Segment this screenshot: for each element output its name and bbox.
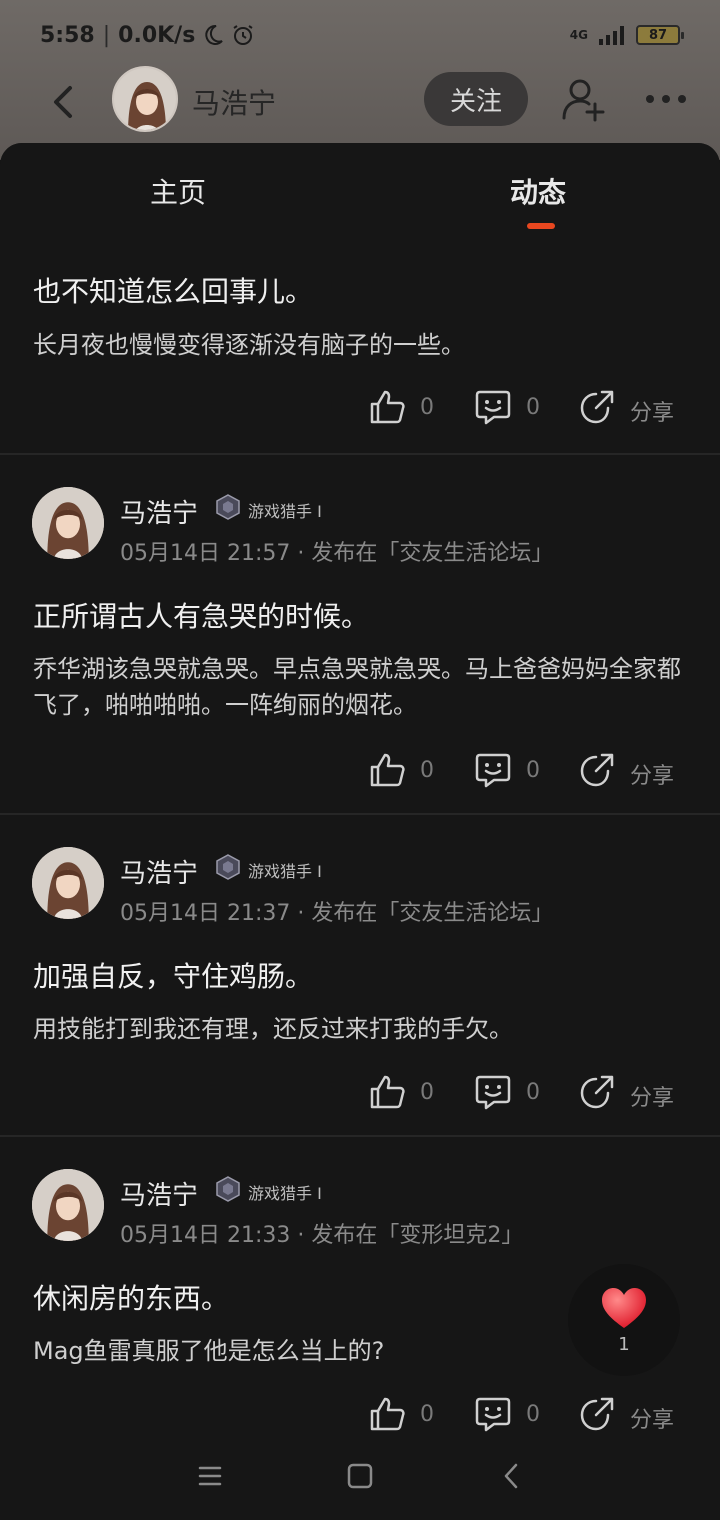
heart-icon	[602, 1287, 646, 1328]
status-bar: 5:58 | 0.0K/s 4G 87	[0, 0, 720, 70]
back-nav-icon[interactable]	[492, 1456, 532, 1496]
like-icon[interactable]	[368, 1073, 406, 1111]
post-body: 用技能打到我还有理，还反过来打我的手欠。	[33, 1015, 513, 1043]
tab-indicator	[527, 223, 555, 229]
like-icon[interactable]	[368, 388, 406, 426]
comment-icon[interactable]	[474, 1395, 512, 1433]
like-count: 0	[420, 395, 434, 420]
post-body: 乔华湖该急哭就急哭。早点急哭就急哭。马上爸爸妈妈全家都飞了，啪啪啪啪。一阵绚丽的…	[33, 655, 681, 719]
nav-bar: 马浩宁 关注	[0, 62, 720, 138]
post-title: 休闲房的东西。	[33, 1282, 230, 1315]
tab-bar: 主页 动态	[0, 143, 720, 235]
share-label[interactable]: 分享	[630, 395, 674, 427]
avatar-image	[32, 487, 104, 559]
post-title: 加强自反，守住鸡肠。	[33, 960, 314, 993]
share-label[interactable]: 分享	[630, 758, 674, 790]
header-area: 5:58 | 0.0K/s 4G 87 马浩宁 关注	[0, 0, 720, 160]
share-icon[interactable]	[578, 751, 616, 789]
avatar[interactable]	[112, 66, 178, 132]
like-count: 0	[420, 1080, 434, 1105]
badge-icon	[216, 1176, 240, 1202]
like-count: 0	[420, 1402, 434, 1427]
author-name[interactable]: 马浩宁	[120, 1175, 198, 1212]
divider	[0, 453, 720, 455]
post-body: 长月夜也慢慢变得逐渐没有脑子的一些。	[33, 331, 465, 359]
comment-count: 0	[526, 1080, 540, 1105]
profile-name: 马浩宁	[192, 87, 277, 120]
divider	[0, 813, 720, 815]
follow-button[interactable]: 关注	[424, 72, 528, 126]
floating-like-count: 1	[618, 1333, 630, 1355]
comment-icon[interactable]	[474, 388, 512, 426]
author-name[interactable]: 马浩宁	[120, 853, 198, 890]
floating-like-button[interactable]: 1	[568, 1264, 680, 1376]
author-name[interactable]: 马浩宁	[120, 493, 198, 530]
badge-text: 游戏猎手 I	[248, 502, 322, 521]
status-speed: 0.0K/s	[118, 22, 196, 48]
network-type: 4G	[569, 28, 588, 42]
avatar-image	[32, 1169, 104, 1241]
post-meta: 05月14日 21:57 · 发布在「交友生活论坛」	[120, 541, 554, 566]
tab-feed[interactable]: 动态	[510, 171, 566, 211]
tab-home[interactable]: 主页	[150, 171, 206, 211]
alarm-icon	[233, 25, 253, 45]
avatar[interactable]	[32, 1169, 104, 1241]
comment-count: 0	[526, 395, 540, 420]
moon-icon	[205, 24, 224, 45]
badge-text: 游戏猎手 I	[248, 862, 322, 881]
post-meta: 05月14日 21:33 · 发布在「变形坦克2」	[120, 1223, 524, 1248]
badge-icon	[216, 494, 240, 520]
back-icon[interactable]	[44, 82, 84, 122]
share-label[interactable]: 分享	[630, 1402, 674, 1434]
share-icon[interactable]	[578, 1395, 616, 1433]
comment-count: 0	[526, 758, 540, 783]
add-friend-icon[interactable]	[560, 76, 606, 122]
post-meta: 05月14日 21:37 · 发布在「交友生活论坛」	[120, 901, 554, 926]
like-icon[interactable]	[368, 1395, 406, 1433]
share-icon[interactable]	[578, 1073, 616, 1111]
more-icon[interactable]	[644, 84, 688, 114]
menu-icon[interactable]	[190, 1456, 230, 1496]
share-icon[interactable]	[578, 388, 616, 426]
battery-icon: 87	[636, 25, 684, 45]
avatar-image	[32, 847, 104, 919]
avatar-image	[114, 68, 176, 130]
comment-icon[interactable]	[474, 751, 512, 789]
system-nav-bar	[0, 1432, 720, 1520]
home-icon[interactable]	[340, 1456, 380, 1496]
share-label[interactable]: 分享	[630, 1080, 674, 1112]
post-title: 也不知道怎么回事儿。	[33, 275, 314, 308]
avatar[interactable]	[32, 487, 104, 559]
like-count: 0	[420, 758, 434, 783]
badge-icon	[216, 854, 240, 880]
status-time: 5:58	[40, 22, 95, 48]
divider	[0, 1135, 720, 1137]
battery-level: 87	[648, 27, 668, 43]
comment-count: 0	[526, 1402, 540, 1427]
like-icon[interactable]	[368, 751, 406, 789]
avatar[interactable]	[32, 847, 104, 919]
signal-icon	[599, 26, 624, 45]
badge-text: 游戏猎手 I	[248, 1184, 322, 1203]
comment-icon[interactable]	[474, 1073, 512, 1111]
post-title: 正所谓古人有急哭的时候。	[33, 600, 370, 633]
status-separator: |	[102, 22, 111, 48]
